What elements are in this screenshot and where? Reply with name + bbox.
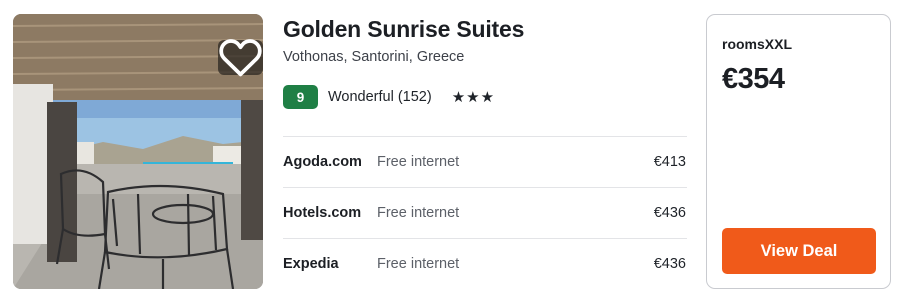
deal-provider-name: roomsXXL — [722, 36, 793, 52]
review-score-badge: 9 — [283, 85, 318, 109]
heart-outline-icon — [219, 39, 262, 77]
favorite-button[interactable] — [218, 39, 263, 77]
provider-row-expedia[interactable]: Expedia Free internet €436 — [283, 238, 687, 289]
provider-price: €436 — [653, 256, 686, 272]
best-deal-panel: roomsXXL €354 View Deal — [706, 14, 891, 289]
hotel-photo[interactable] — [13, 14, 263, 289]
provider-price: €436 — [653, 205, 686, 221]
provider-name: Agoda.com — [283, 154, 362, 170]
provider-name: Expedia — [283, 256, 339, 272]
rating-row: 9 Wonderful (152) ★★★ — [283, 85, 687, 109]
provider-row-agoda[interactable]: Agoda.com Free internet €413 — [283, 136, 687, 187]
hotel-result-card: Golden Sunrise Suites Vothonas, Santorin… — [0, 0, 905, 303]
provider-price: €413 — [653, 154, 686, 170]
hotel-location: Vothonas, Santorini, Greece — [283, 49, 465, 65]
provider-feature: Free internet — [377, 256, 460, 272]
deal-price: €354 — [722, 63, 785, 95]
review-rating-label[interactable]: Wonderful (152) — [328, 89, 432, 105]
hotel-name[interactable]: Golden Sunrise Suites — [283, 14, 687, 44]
hotel-info: Golden Sunrise Suites Vothonas, Santorin… — [283, 14, 687, 272]
provider-name: Hotels.com — [283, 205, 362, 221]
view-deal-button[interactable]: View Deal — [722, 228, 876, 274]
provider-feature: Free internet — [377, 205, 460, 221]
provider-row-hotels[interactable]: Hotels.com Free internet €436 — [283, 187, 687, 238]
provider-list: Agoda.com Free internet €413 Hotels.com … — [283, 136, 687, 289]
star-rating-icon: ★★★ — [451, 89, 496, 106]
provider-feature: Free internet — [377, 154, 460, 170]
